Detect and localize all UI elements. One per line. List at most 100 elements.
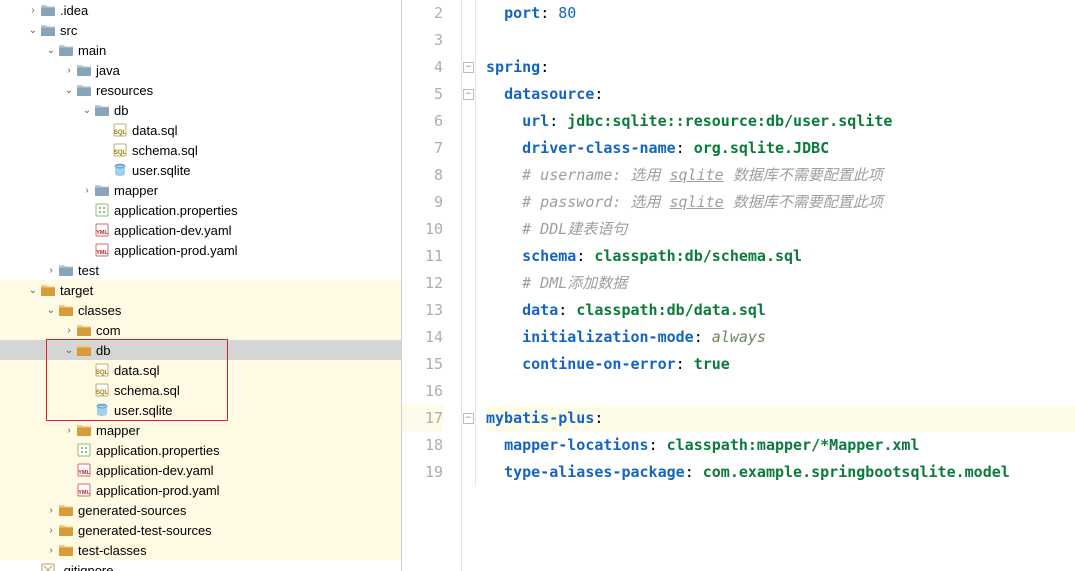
tree-item-db[interactable]: ⌄ db	[0, 340, 401, 360]
tree-item-java[interactable]: ›java	[0, 60, 401, 80]
tree-item-label: mapper	[96, 423, 140, 438]
tree-item-db[interactable]: ⌄db	[0, 100, 401, 120]
tree-item-label: classes	[78, 303, 121, 318]
chevron-right-icon[interactable]: ›	[26, 5, 40, 16]
folder-o-icon	[76, 322, 92, 338]
chevron-right-icon[interactable]: ›	[62, 325, 76, 336]
line-number: 19	[402, 459, 443, 486]
tree-item-label: application-dev.yaml	[114, 223, 232, 238]
chevron-right-icon[interactable]: ›	[44, 265, 58, 276]
tree-item-com[interactable]: ›com	[0, 320, 401, 340]
folder-icon	[58, 42, 74, 58]
tree-item-generated-test-sources[interactable]: ›generated-test-sources	[0, 520, 401, 540]
tree-item-label: src	[60, 23, 77, 38]
tree-item-src[interactable]: ⌄ src	[0, 20, 401, 40]
fold-toggle-icon[interactable]: −	[463, 89, 474, 100]
code-line[interactable]: # username: 选用 sqlite 数据库不需要配置此项	[486, 162, 1075, 189]
code-line[interactable]: continue-on-error: true	[486, 351, 1075, 378]
yaml-icon: YML	[94, 222, 110, 238]
tree-item-label: main	[78, 43, 106, 58]
tree-item-test[interactable]: › test	[0, 260, 401, 280]
tree-item-application-dev-yaml[interactable]: ›YMLapplication-dev.yaml	[0, 220, 401, 240]
tree-item-label: application.properties	[114, 203, 238, 218]
code-line[interactable]	[486, 378, 1075, 405]
tree-item-user-sqlite[interactable]: ›user.sqlite	[0, 400, 401, 420]
chevron-down-icon[interactable]: ⌄	[62, 85, 76, 96]
tree-item-application-dev-yaml[interactable]: ›YMLapplication-dev.yaml	[0, 460, 401, 480]
tree-item-test-classes[interactable]: ›test-classes	[0, 540, 401, 560]
code-line[interactable]: port: 80	[486, 0, 1075, 27]
chevron-down-icon[interactable]: ⌄	[44, 45, 58, 56]
fold-column[interactable]: − − −	[462, 0, 476, 486]
line-number: 8	[402, 162, 443, 189]
tree-item-data-sql[interactable]: ›SQLdata.sql	[0, 360, 401, 380]
tree-item-resources[interactable]: ⌄resources	[0, 80, 401, 100]
code-line[interactable]: spring:	[486, 54, 1075, 81]
line-number: 17	[402, 405, 443, 432]
tree-item-classes[interactable]: ⌄ classes	[0, 300, 401, 320]
tree-item--idea[interactable]: ›.idea	[0, 0, 401, 20]
chevron-right-icon[interactable]: ›	[44, 505, 58, 516]
yaml-icon: YML	[76, 462, 92, 478]
fold-toggle-icon[interactable]: −	[463, 62, 474, 73]
tree-item-label: test	[78, 263, 99, 278]
code-line[interactable]: driver-class-name: org.sqlite.JDBC	[486, 135, 1075, 162]
tree-item-label: generated-sources	[78, 503, 186, 518]
tree-item-generated-sources[interactable]: › generated-sources	[0, 500, 401, 520]
code-line[interactable]: # DDL建表语句	[486, 216, 1075, 243]
sql-icon: SQL	[94, 382, 110, 398]
tree-item-application-prod-yaml[interactable]: ›YMLapplication-prod.yaml	[0, 480, 401, 500]
sql-icon: SQL	[112, 122, 128, 138]
code-line[interactable]: url: jdbc:sqlite::resource:db/user.sqlit…	[486, 108, 1075, 135]
tree-item-label: target	[60, 283, 93, 298]
project-tree[interactable]: ›.idea⌄src⌄main›java⌄resources⌄db›SQLdat…	[0, 0, 402, 571]
folder-icon	[76, 82, 92, 98]
folder-o-icon	[76, 342, 92, 358]
code-line[interactable]: # DML添加数据	[486, 270, 1075, 297]
chevron-right-icon[interactable]: ›	[62, 425, 76, 436]
tree-item-mapper[interactable]: › mapper	[0, 420, 401, 440]
tree-item-application-properties[interactable]: ›application.properties	[0, 200, 401, 220]
tree-item-label: db	[96, 343, 110, 358]
folder-o-icon	[40, 282, 56, 298]
fold-toggle-icon[interactable]: −	[463, 413, 474, 424]
chevron-down-icon[interactable]: ⌄	[44, 305, 58, 316]
chevron-down-icon[interactable]: ⌄	[26, 25, 40, 36]
tree-item-target[interactable]: ⌄ target	[0, 280, 401, 300]
code-editor[interactable]: 2345678910111213141516171819 −−− port: 8…	[402, 0, 1075, 571]
tree-item-mapper[interactable]: ›mapper	[0, 180, 401, 200]
code-line[interactable]: schema: classpath:db/schema.sql	[486, 243, 1075, 270]
db-icon	[94, 402, 110, 418]
tree-item-data-sql[interactable]: ›SQLdata.sql	[0, 120, 401, 140]
chevron-down-icon[interactable]: ⌄	[62, 345, 76, 356]
tree-item-schema-sql[interactable]: ›SQLschema.sql	[0, 380, 401, 400]
code-line[interactable]: mapper-locations: classpath:mapper/*Mapp…	[486, 432, 1075, 459]
line-number: 6	[402, 108, 443, 135]
code-area[interactable]: port: 80 spring: datasource: url: jdbc:sq…	[476, 0, 1075, 571]
tree-item-application-properties[interactable]: ›application.properties	[0, 440, 401, 460]
code-line[interactable]: data: classpath:db/data.sql	[486, 297, 1075, 324]
tree-item-user-sqlite[interactable]: ›user.sqlite	[0, 160, 401, 180]
tree-item-application-prod-yaml[interactable]: ›YMLapplication-prod.yaml	[0, 240, 401, 260]
code-line[interactable]	[486, 27, 1075, 54]
chevron-down-icon[interactable]: ⌄	[80, 105, 94, 116]
tree-item--gitignore[interactable]: ›.gitignore	[0, 560, 401, 571]
code-line[interactable]: initialization-mode: always	[486, 324, 1075, 351]
chevron-right-icon[interactable]: ›	[44, 525, 58, 536]
chevron-right-icon[interactable]: ›	[80, 185, 94, 196]
line-number: 9	[402, 189, 443, 216]
code-line[interactable]: # password: 选用 sqlite 数据库不需要配置此项	[486, 189, 1075, 216]
tree-item-label: data.sql	[114, 363, 160, 378]
chevron-right-icon[interactable]: ›	[62, 65, 76, 76]
tree-item-main[interactable]: ⌄ main	[0, 40, 401, 60]
code-line[interactable]: mybatis-plus:	[486, 405, 1075, 432]
code-line[interactable]: type-aliases-package: com.example.spring…	[486, 459, 1075, 486]
svg-text:SQL: SQL	[96, 390, 109, 396]
tree-item-label: schema.sql	[114, 383, 180, 398]
code-line[interactable]: datasource:	[486, 81, 1075, 108]
tree-item-schema-sql[interactable]: ›SQLschema.sql	[0, 140, 401, 160]
chevron-down-icon[interactable]: ⌄	[26, 285, 40, 296]
chevron-right-icon[interactable]: ›	[44, 545, 58, 556]
sql-icon: SQL	[94, 362, 110, 378]
folder-icon	[76, 62, 92, 78]
